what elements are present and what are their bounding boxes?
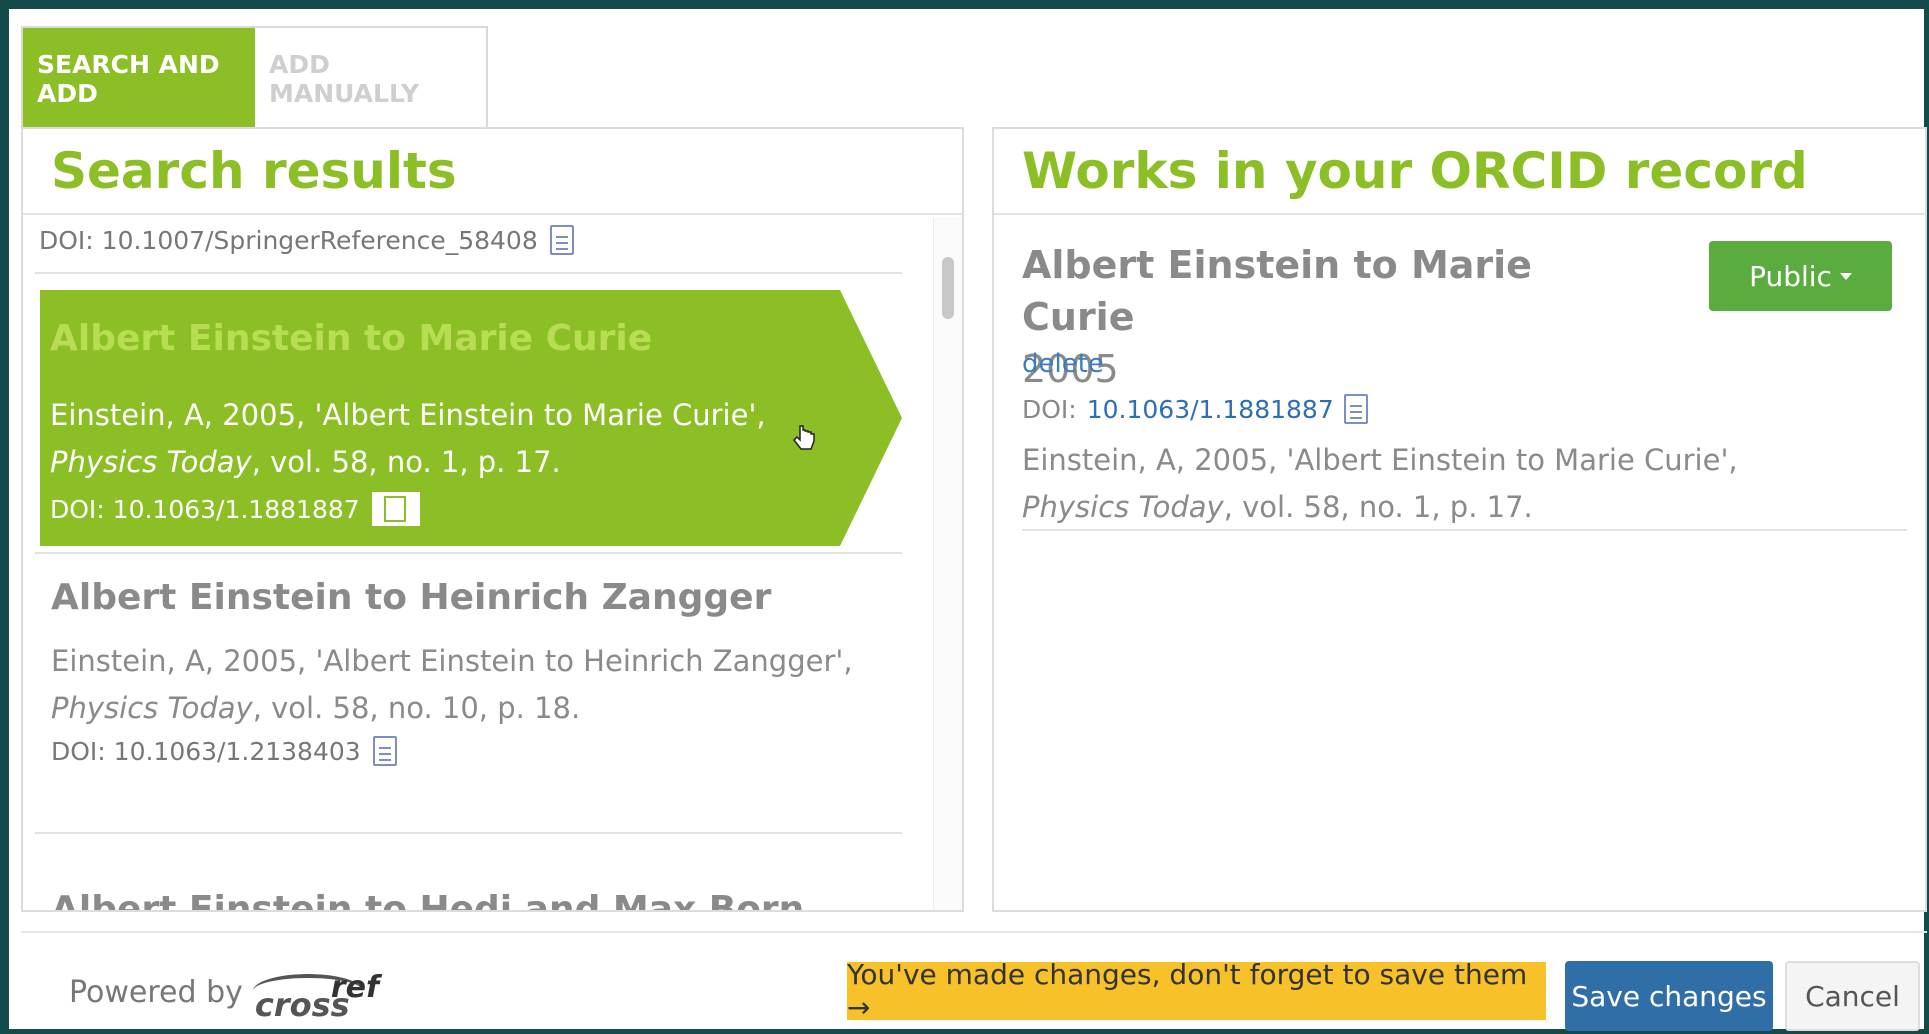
visibility-dropdown-button[interactable]: Public bbox=[1709, 241, 1892, 311]
citation-journal: Physics Today bbox=[50, 445, 252, 479]
citation-details: , vol. 58, no. 10, p. 18. bbox=[252, 691, 581, 725]
cancel-button[interactable]: Cancel bbox=[1785, 961, 1920, 1031]
search-results-panel: Search results DOI: 10.1007/SpringerRefe… bbox=[21, 127, 964, 912]
orcid-record-panel: Works in your ORCID record Albert Einste… bbox=[992, 127, 1927, 912]
caret-down-icon bbox=[1839, 272, 1852, 280]
tab-add-manually[interactable]: ADD MANUALLY bbox=[255, 28, 486, 129]
hand-pointer-icon bbox=[793, 425, 815, 450]
powered-by-text: Powered by bbox=[69, 974, 243, 1010]
document-icon[interactable] bbox=[371, 492, 420, 526]
crossref-logo: cross ref bbox=[252, 964, 383, 1024]
citation-details: , vol. 58, no. 1, p. 17. bbox=[1223, 490, 1533, 524]
tab-bar: SEARCH AND ADD ADD MANUALLY bbox=[21, 26, 488, 129]
work-doi-prefix: DOI: bbox=[1022, 394, 1077, 424]
work-year: 2005 bbox=[1022, 347, 1119, 391]
result-citation: Einstein, A, 2005, 'Albert Einstein to H… bbox=[51, 638, 871, 732]
divider bbox=[35, 272, 902, 274]
citation-text: Einstein, A, 2005, 'Albert Einstein to H… bbox=[51, 644, 853, 678]
work-citation: Einstein, A, 2005, 'Albert Einstein to M… bbox=[1022, 437, 1842, 531]
result-title: Albert Einstein to Heinrich Zangger bbox=[51, 577, 772, 618]
footer-divider bbox=[21, 931, 1927, 933]
unsaved-changes-notice: You've made changes, don't forget to sav… bbox=[847, 958, 1546, 1024]
selected-result-doi: DOI: 10.1063/1.1881887 bbox=[50, 492, 420, 526]
citation-details: , vol. 58, no. 1, p. 17. bbox=[251, 445, 561, 479]
document-icon[interactable] bbox=[549, 225, 574, 255]
result-doi: DOI: 10.1063/1.2138403 bbox=[51, 736, 871, 766]
scrollbar[interactable] bbox=[933, 217, 962, 910]
save-changes-button[interactable]: Save changes bbox=[1565, 961, 1773, 1031]
orcid-record-title: Works in your ORCID record bbox=[994, 129, 1925, 215]
citation-text: Einstein, A, 2005, 'Albert Einstein to M… bbox=[1022, 443, 1738, 477]
prev-item-doi-text: DOI: 10.1007/SpringerReference_58408 bbox=[39, 225, 538, 255]
work-title: Albert Einstein to Marie Curie bbox=[1022, 243, 1532, 339]
document-icon[interactable] bbox=[372, 736, 397, 766]
work-doi: DOI: 10.1063/1.1881887 bbox=[1022, 394, 1368, 424]
dialog-frame: SEARCH AND ADD ADD MANUALLY Search resul… bbox=[9, 9, 1927, 1031]
work-doi-link[interactable]: 10.1063/1.1881887 bbox=[1087, 395, 1334, 424]
result-item[interactable]: Albert Einstein to Heinrich Zangger Eins… bbox=[51, 577, 871, 766]
selected-result-item[interactable]: Albert Einstein to Marie Curie Einstein,… bbox=[40, 290, 902, 546]
powered-by: Powered by cross ref bbox=[69, 964, 383, 1024]
result-doi-text: DOI: 10.1063/1.2138403 bbox=[51, 736, 361, 766]
work-title-block: Albert Einstein to Marie Curie 2005 bbox=[1022, 239, 1602, 395]
citation-journal: Physics Today bbox=[1022, 490, 1224, 524]
citation-text: Einstein, A, 2005, 'Albert Einstein to M… bbox=[50, 398, 766, 432]
selected-result-title: Albert Einstein to Marie Curie bbox=[50, 318, 653, 359]
delete-link[interactable]: delete bbox=[1022, 349, 1104, 379]
document-icon[interactable] bbox=[1343, 394, 1368, 424]
divider bbox=[1022, 529, 1907, 531]
search-results-title: Search results bbox=[23, 129, 962, 215]
selected-doi-text: DOI: 10.1063/1.1881887 bbox=[50, 494, 360, 524]
scrollbar-thumb[interactable] bbox=[942, 257, 954, 319]
divider bbox=[35, 552, 902, 554]
logo-text-ref: ref bbox=[330, 970, 380, 1005]
citation-journal: Physics Today bbox=[51, 691, 253, 725]
visibility-label: Public bbox=[1749, 259, 1832, 293]
prev-item-doi: DOI: 10.1007/SpringerReference_58408 bbox=[39, 225, 574, 255]
search-results-list[interactable]: DOI: 10.1007/SpringerReference_58408 Alb… bbox=[23, 217, 962, 910]
selected-result-citation: Einstein, A, 2005, 'Albert Einstein to M… bbox=[50, 392, 850, 486]
divider bbox=[35, 832, 902, 834]
result-title-partial[interactable]: Albert Einstein to Hedi and Max Born bbox=[51, 889, 804, 910]
tab-search-and-add[interactable]: SEARCH AND ADD bbox=[23, 28, 255, 129]
